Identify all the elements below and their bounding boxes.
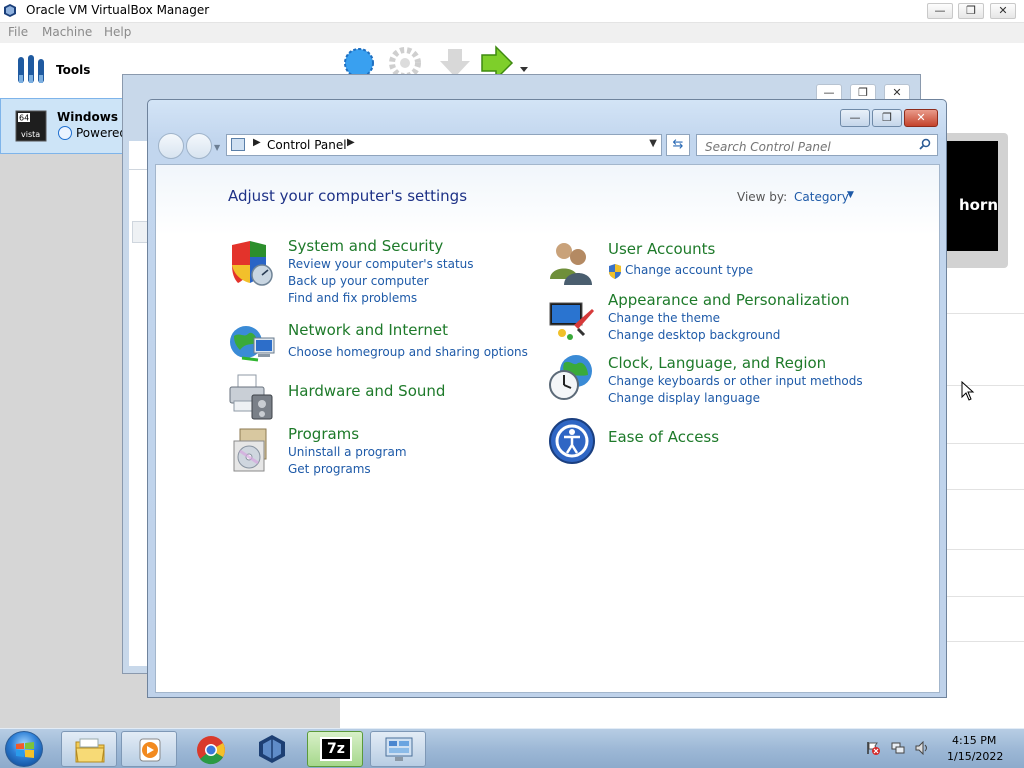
back-button[interactable]: [158, 133, 184, 159]
taskbar: 7z 4:15 PM 1/15/2022: [0, 728, 1024, 768]
uac-shield-icon: [609, 264, 621, 279]
vbox-close-button[interactable]: ✕: [990, 3, 1016, 19]
programs-icon[interactable]: [228, 427, 276, 475]
taskbar-explorer[interactable]: [61, 731, 117, 767]
task-link[interactable]: Uninstall a program: [288, 445, 407, 459]
address-bar[interactable]: ▶ Control Panel ▶ ▼: [226, 134, 662, 156]
discard-icon[interactable]: [440, 49, 470, 77]
7zip-icon: 7z: [320, 737, 352, 761]
power-state-icon: [58, 126, 72, 140]
page-title: Adjust your computer's settings: [228, 187, 468, 205]
category-title[interactable]: Programs: [288, 425, 359, 443]
task-link[interactable]: Review your computer's status: [288, 257, 474, 271]
shield-icon[interactable]: [228, 239, 276, 287]
menu-help[interactable]: Help: [104, 25, 131, 39]
volume-icon[interactable]: [915, 741, 929, 755]
view-by-dropdown[interactable]: Category: [794, 190, 849, 204]
cp-close-button[interactable]: ✕: [904, 109, 938, 127]
forward-button[interactable]: [186, 133, 212, 159]
printer-icon[interactable]: [228, 373, 276, 421]
address-dropdown-icon[interactable]: ▼: [649, 138, 657, 149]
network-globe-icon[interactable]: [228, 320, 276, 368]
category-title[interactable]: Appearance and Personalization: [608, 291, 850, 309]
menu-machine[interactable]: Machine: [42, 25, 92, 39]
taskbar-virtualbox[interactable]: [244, 731, 300, 767]
clock-globe-icon[interactable]: [548, 353, 596, 401]
virtualbox-icon: [259, 735, 285, 763]
category-title[interactable]: Hardware and Sound: [288, 382, 445, 400]
settings-icon[interactable]: [389, 47, 421, 79]
vbox-titlebar: Oracle VM VirtualBox Manager — ❐ ✕: [0, 0, 1024, 23]
control-panel-window: — ❐ ✕ ▼ ▶ Control Panel ▶ ▼ ⇆ Adjust you…: [147, 99, 947, 698]
ease-of-access-icon[interactable]: [548, 417, 596, 465]
breadcrumb-chevron-icon[interactable]: ▶: [253, 137, 261, 148]
task-link[interactable]: Change desktop background: [608, 328, 780, 342]
cp-maximize-button[interactable]: ❐: [872, 109, 902, 127]
menu-file[interactable]: File: [8, 25, 28, 39]
new-vm-icon[interactable]: [344, 48, 374, 78]
vista-os-icon: 64 vista: [15, 110, 47, 142]
task-link[interactable]: Get programs: [288, 462, 371, 476]
taskbar-7zip[interactable]: 7z: [307, 731, 363, 767]
vm-badge-vista: vista: [21, 130, 40, 139]
tools-label: Tools: [56, 63, 91, 77]
media-player-icon: [139, 738, 161, 762]
taskbar-control-panel[interactable]: [370, 731, 426, 767]
folder-icon: [75, 738, 105, 763]
breadcrumb-control-panel[interactable]: Control Panel: [267, 138, 347, 152]
vm-badge-64: 64: [19, 114, 29, 123]
breadcrumb-chevron-icon[interactable]: ▶: [347, 137, 355, 148]
task-link[interactable]: Back up your computer: [288, 274, 429, 288]
search-input[interactable]: [696, 134, 938, 156]
vbox-menubar: File Machine Help: [0, 23, 1024, 43]
vm-preview: horn: [940, 133, 1008, 268]
taskbar-chrome[interactable]: [184, 731, 240, 767]
category-title[interactable]: Network and Internet: [288, 321, 448, 339]
control-panel-icon: [231, 138, 245, 151]
task-link[interactable]: Change keyboards or other input methods: [608, 374, 863, 388]
network-icon[interactable]: [891, 741, 905, 755]
users-icon[interactable]: [548, 239, 596, 287]
view-by-label: View by:: [737, 190, 788, 204]
task-link[interactable]: Change display language: [608, 391, 760, 405]
control-panel-content: Adjust your computer's settings View by:…: [155, 164, 940, 693]
tools-icon: [18, 55, 44, 83]
preview-text: horn: [958, 196, 998, 214]
vbox-window-title: Oracle VM VirtualBox Manager: [26, 3, 210, 17]
recent-pages-icon[interactable]: ▼: [214, 143, 220, 152]
cp-minimize-button[interactable]: —: [840, 109, 870, 127]
action-center-flag-icon[interactable]: [866, 741, 880, 755]
vbox-maximize-button[interactable]: ❐: [958, 3, 984, 19]
mouse-cursor-icon: [961, 381, 975, 401]
refresh-button[interactable]: ⇆: [666, 134, 690, 156]
control-panel-taskbar-icon: [385, 737, 413, 761]
vm-preview-screen: horn: [944, 141, 998, 251]
category-title[interactable]: User Accounts: [608, 240, 715, 258]
task-link[interactable]: Choose homegroup and sharing options: [288, 345, 528, 359]
category-title[interactable]: Clock, Language, and Region: [608, 354, 826, 372]
search-icon[interactable]: [919, 138, 931, 150]
start-button[interactable]: [5, 731, 43, 767]
windows-logo-icon: [16, 742, 34, 758]
task-link[interactable]: Change account type: [625, 263, 753, 277]
taskbar-media-player[interactable]: [121, 731, 177, 767]
chrome-icon: [197, 736, 225, 765]
category-title[interactable]: System and Security: [288, 237, 443, 255]
clock-date[interactable]: 1/15/2022: [947, 750, 1003, 763]
clock-time[interactable]: 4:15 PM: [952, 734, 996, 747]
personalization-icon[interactable]: [548, 295, 596, 343]
task-link[interactable]: Find and fix problems: [288, 291, 417, 305]
view-by-dropdown-icon[interactable]: ▼: [847, 190, 854, 200]
category-title[interactable]: Ease of Access: [608, 428, 719, 446]
virtualbox-logo-icon: [4, 4, 16, 17]
vbox-minimize-button[interactable]: —: [927, 3, 953, 19]
task-link[interactable]: Change the theme: [608, 311, 720, 325]
